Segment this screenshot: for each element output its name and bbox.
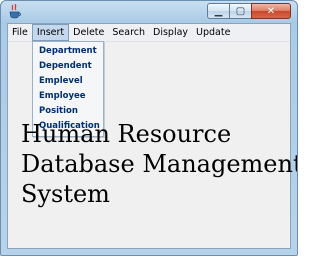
menu-item-department[interactable]: Department (33, 44, 103, 59)
menu-delete[interactable]: Delete (69, 24, 108, 41)
title-bar[interactable]: ▁ ▢ ✕ (1, 1, 297, 23)
close-icon: ✕ (266, 5, 276, 17)
menu-bar: File Insert Delete Search Display Update (8, 24, 290, 42)
menu-file[interactable]: File (8, 24, 32, 41)
menu-update[interactable]: Update (192, 24, 234, 41)
close-button[interactable]: ✕ (251, 3, 291, 19)
banner-line-3: System (21, 180, 110, 208)
menu-display[interactable]: Display (149, 24, 192, 41)
application-window: ▁ ▢ ✕ File Insert Delete Search Display … (0, 0, 298, 256)
app-banner-title: Human Resource Database Management Syste… (21, 119, 298, 209)
maximize-button[interactable]: ▢ (229, 3, 251, 19)
menu-search[interactable]: Search (108, 24, 149, 41)
window-controls: ▁ ▢ ✕ (207, 3, 291, 20)
maximize-icon: ▢ (235, 5, 246, 17)
java-cup-icon[interactable] (8, 4, 22, 20)
banner-line-1: Human Resource (21, 120, 232, 148)
menu-item-emplevel[interactable]: Emplevel (33, 74, 103, 89)
menu-insert[interactable]: Insert (31, 24, 70, 41)
banner-line-2: Database Management (21, 150, 298, 178)
minimize-icon: ▁ (214, 5, 223, 17)
menu-item-position[interactable]: Position (33, 104, 103, 119)
menu-item-dependent[interactable]: Dependent (33, 59, 103, 74)
minimize-button[interactable]: ▁ (207, 3, 229, 19)
menu-item-employee[interactable]: Employee (33, 89, 103, 104)
